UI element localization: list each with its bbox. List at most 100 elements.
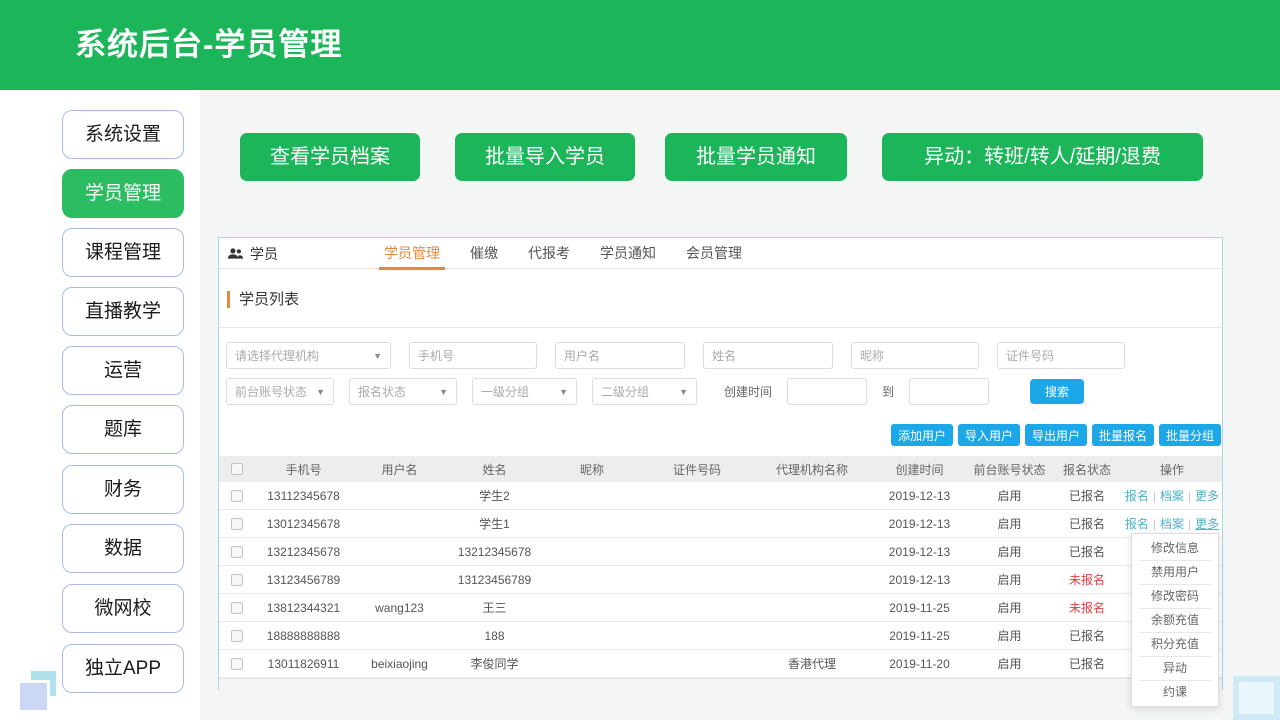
cell-nickname <box>542 650 642 677</box>
cell-id-number <box>642 622 752 649</box>
col-actions: 操作 <box>1122 456 1222 482</box>
cell-signup-status: 已报名 <box>1052 538 1122 565</box>
cell-phone: 13012345678 <box>255 510 352 537</box>
cell-account-status: 启用 <box>967 510 1052 537</box>
agency-select[interactable]: 请选择代理机构 ▼ <box>226 342 391 369</box>
sidebar-item-live-teaching[interactable]: 直播教学 <box>62 287 184 336</box>
cell-signup-status: 未报名 <box>1052 566 1122 593</box>
row-checkbox[interactable] <box>231 658 243 670</box>
cell-id-number <box>642 482 752 509</box>
cell-agency <box>752 538 872 565</box>
signup-link[interactable]: 报名 <box>1125 487 1149 504</box>
cell-account-status: 启用 <box>967 538 1052 565</box>
sidebar-item-system-settings[interactable]: 系统设置 <box>62 110 184 159</box>
more-link-active[interactable]: 更多 <box>1195 515 1219 532</box>
select-all-checkbox[interactable] <box>231 463 243 475</box>
cell-signup-status: 已报名 <box>1052 510 1122 537</box>
created-from-input[interactable] <box>787 378 867 405</box>
cell-account-status: 启用 <box>967 650 1052 677</box>
import-users-button[interactable]: 导入用户 <box>958 424 1020 446</box>
archive-link[interactable]: 档案 <box>1160 515 1184 532</box>
table-row: 13812344321 wang123 王三 2019-11-25 启用 未报名 <box>219 594 1222 622</box>
sidebar-item-student-management[interactable]: 学员管理 <box>62 169 184 218</box>
cell-nickname <box>542 566 642 593</box>
menu-item-balance-recharge[interactable]: 余额充值 <box>1132 608 1218 632</box>
decor-square-bottom-right <box>1233 676 1280 720</box>
row-checkbox[interactable] <box>231 630 243 642</box>
students-table: 手机号 用户名 姓名 昵称 证件号码 代理机构名称 创建时间 前台账号状态 报名… <box>219 456 1222 678</box>
row-checkbox[interactable] <box>231 602 243 614</box>
section-header: 学员列表 <box>219 269 1222 328</box>
sidebar-item-question-bank[interactable]: 题库 <box>62 405 184 454</box>
menu-item-change[interactable]: 异动 <box>1132 656 1218 680</box>
search-button[interactable]: 搜索 <box>1030 379 1084 404</box>
username-filter-input[interactable]: 用户名 <box>555 342 685 369</box>
col-agency: 代理机构名称 <box>752 456 872 482</box>
sidebar-item-course-management[interactable]: 课程管理 <box>62 228 184 277</box>
cell-phone: 13212345678 <box>255 538 352 565</box>
created-to-input[interactable] <box>909 378 989 405</box>
sidebar-item-micro-school[interactable]: 微网校 <box>62 584 184 633</box>
menu-item-disable-user[interactable]: 禁用用户 <box>1132 560 1218 584</box>
group-level2-select[interactable]: 二级分组 ▼ <box>592 378 697 405</box>
cell-signup-status: 已报名 <box>1052 482 1122 509</box>
col-id-number: 证件号码 <box>642 456 752 482</box>
cell-agency <box>752 566 872 593</box>
sidebar-item-data[interactable]: 数据 <box>62 524 184 573</box>
cell-agency <box>752 482 872 509</box>
app-header: 系统后台-学员管理 <box>0 0 1280 90</box>
cell-name: 学生1 <box>447 510 542 537</box>
cell-id-number <box>642 650 752 677</box>
col-username: 用户名 <box>352 456 447 482</box>
menu-item-change-password[interactable]: 修改密码 <box>1132 584 1218 608</box>
batch-import-students-button[interactable]: 批量导入学员 <box>455 133 635 181</box>
cell-account-status: 启用 <box>967 622 1052 649</box>
row-checkbox[interactable] <box>231 574 243 586</box>
cell-nickname <box>542 594 642 621</box>
view-student-archive-button[interactable]: 查看学员档案 <box>240 133 420 181</box>
menu-item-edit-info[interactable]: 修改信息 <box>1132 536 1218 560</box>
tabs: 学员管理 催缴 代报考 学员通知 会员管理 <box>369 238 757 269</box>
archive-link[interactable]: 档案 <box>1160 487 1184 504</box>
menu-item-book-lesson[interactable]: 约课 <box>1132 680 1218 704</box>
signup-link[interactable]: 报名 <box>1125 515 1149 532</box>
tab-exam-registration[interactable]: 代报考 <box>513 238 585 269</box>
batch-signup-button[interactable]: 批量报名 <box>1092 424 1154 446</box>
row-checkbox[interactable] <box>231 518 243 530</box>
cell-id-number <box>642 594 752 621</box>
tab-payment-reminder[interactable]: 催缴 <box>455 238 513 269</box>
cell-name: 13212345678 <box>447 538 542 565</box>
created-time-label: 创建时间 <box>724 383 772 400</box>
tab-member-management[interactable]: 会员管理 <box>671 238 757 269</box>
id-number-filter-input[interactable]: 证件号码 <box>997 342 1125 369</box>
cell-account-status: 启用 <box>967 566 1052 593</box>
sidebar-item-operations[interactable]: 运营 <box>62 346 184 395</box>
batch-student-notice-button[interactable]: 批量学员通知 <box>665 133 847 181</box>
table-row: 13112345678 学生2 2019-12-13 启用 已报名 报名|档案|… <box>219 482 1222 510</box>
tab-student-management[interactable]: 学员管理 <box>369 238 455 269</box>
chevron-down-icon: ▼ <box>439 387 448 397</box>
tab-student-notice[interactable]: 学员通知 <box>585 238 671 269</box>
add-user-button[interactable]: 添加用户 <box>891 424 953 446</box>
menu-item-points-recharge[interactable]: 积分充值 <box>1132 632 1218 656</box>
sidebar-item-standalone-app[interactable]: 独立APP <box>62 644 184 693</box>
row-checkbox[interactable] <box>231 546 243 558</box>
export-users-button[interactable]: 导出用户 <box>1025 424 1087 446</box>
group-level1-select[interactable]: 一级分组 ▼ <box>472 378 577 405</box>
signup-status-select[interactable]: 报名状态 ▼ <box>349 378 457 405</box>
cell-agency <box>752 622 872 649</box>
nickname-filter-input[interactable]: 昵称 <box>851 342 979 369</box>
cell-created: 2019-12-13 <box>872 510 967 537</box>
student-panel: 学员 学员管理 催缴 代报考 学员通知 会员管理 学员列表 请选择代理机构 ▼ … <box>218 237 1223 690</box>
more-link[interactable]: 更多 <box>1195 487 1219 504</box>
row-checkbox[interactable] <box>231 490 243 502</box>
account-status-select[interactable]: 前台账号状态 ▼ <box>226 378 334 405</box>
name-filter-input[interactable]: 姓名 <box>703 342 833 369</box>
decor-square-lavender <box>20 683 47 710</box>
change-transfer-button[interactable]: 异动：转班/转人/延期/退费 <box>882 133 1203 181</box>
sidebar-item-finance[interactable]: 财务 <box>62 465 184 514</box>
phone-filter-input[interactable]: 手机号 <box>409 342 537 369</box>
batch-group-button[interactable]: 批量分组 <box>1159 424 1221 446</box>
section-title: 学员列表 <box>227 291 299 308</box>
cell-name: 188 <box>447 622 542 649</box>
